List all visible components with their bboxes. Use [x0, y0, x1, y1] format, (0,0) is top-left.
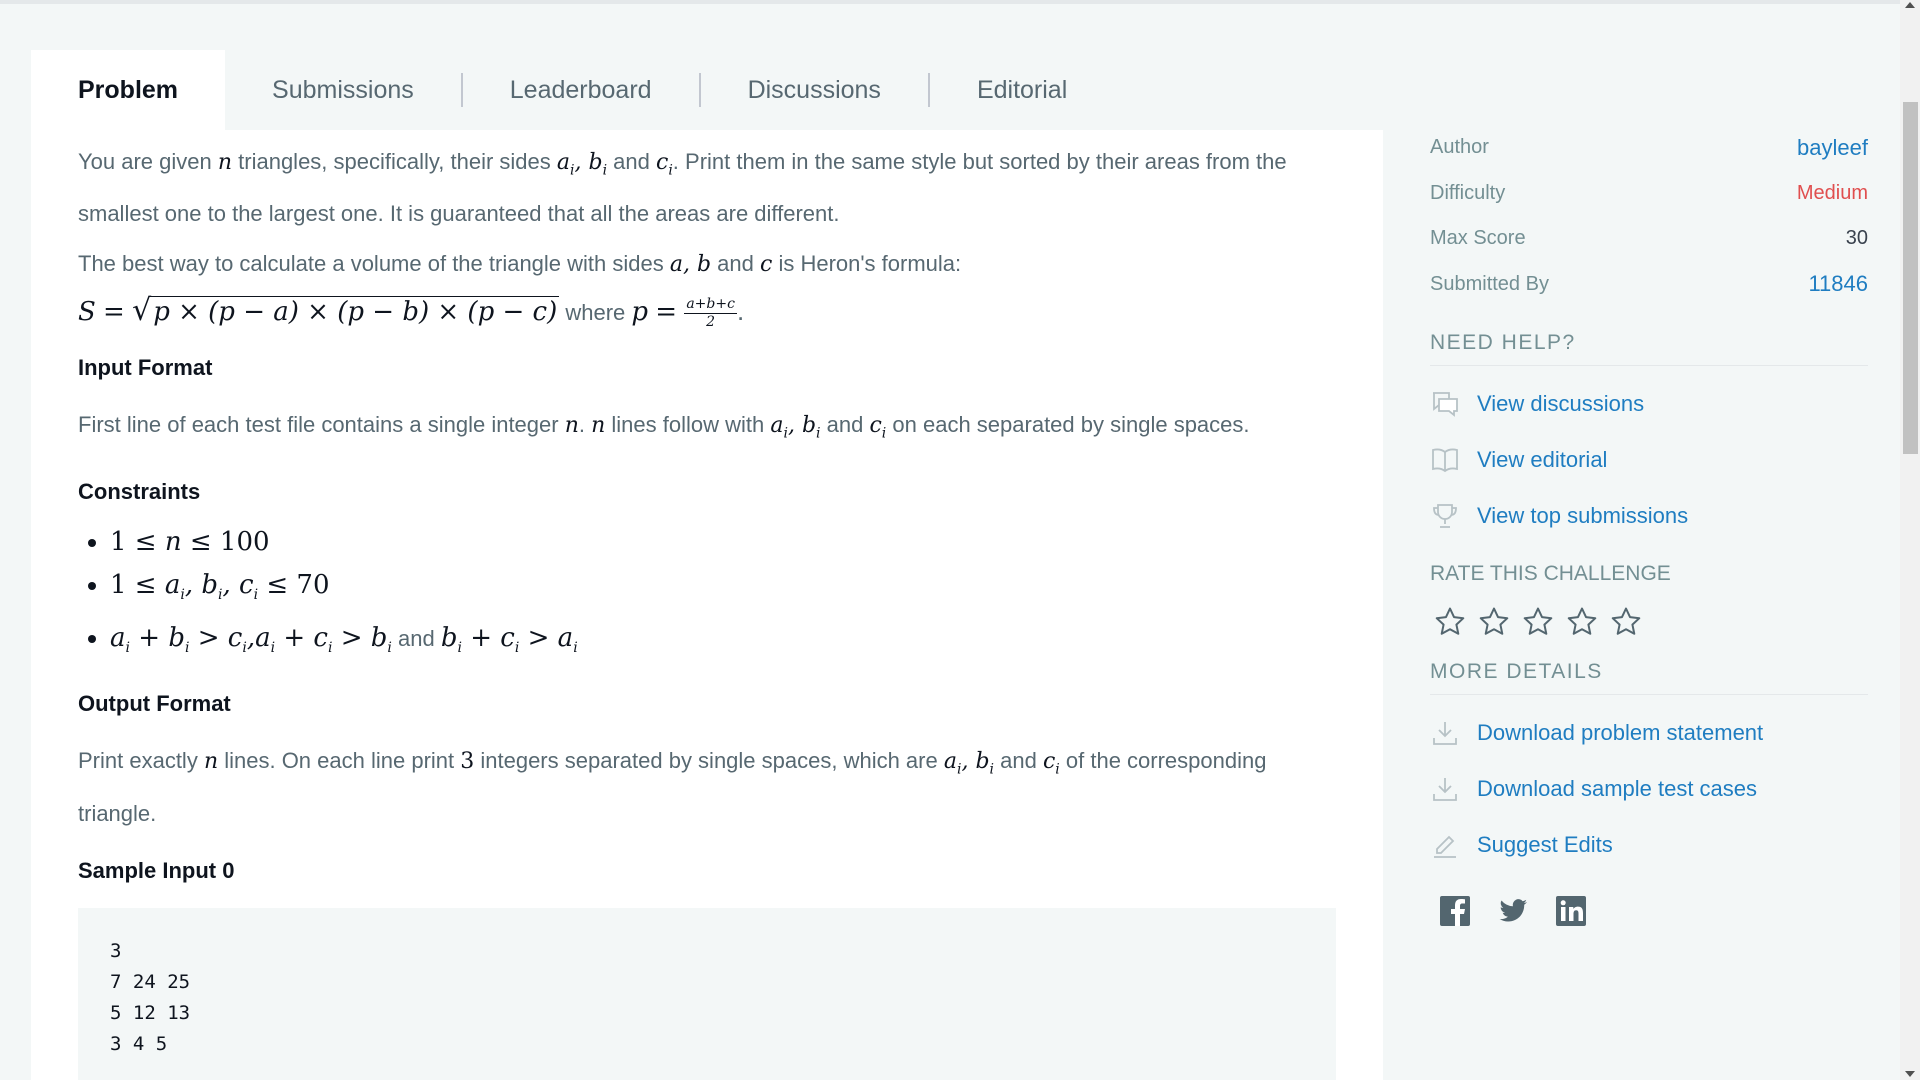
max-score-value: 30 — [1845, 227, 1868, 250]
text: and — [994, 748, 1043, 774]
view-discussions-link[interactable]: View discussions — [1430, 376, 1868, 432]
meta-label: Difficulty — [1430, 181, 1506, 204]
text: lines follow with — [605, 412, 771, 438]
text: and — [820, 412, 870, 438]
text: on each separated by single spaces. — [886, 412, 1250, 438]
challenge-sidebar: Author bayleef Difficulty Medium Max Sco… — [1430, 125, 1868, 927]
social-share — [1439, 895, 1868, 927]
constraint-item: 1 ≤ n ≤ 100 — [110, 521, 1338, 564]
star-icon[interactable] — [1522, 606, 1554, 638]
constraint-item: ai + bi > ci,ai + ci > bi and bi + ci > … — [110, 617, 1338, 670]
sample-input-code: 3 7 24 25 5 12 13 3 4 5 — [78, 908, 1336, 1080]
discussions-icon — [1430, 389, 1460, 419]
problem-statement: You are given n triangles, specifically,… — [78, 130, 1338, 892]
trophy-icon — [1430, 501, 1460, 531]
rate-challenge-title: RATE THIS CHALLENGE — [1430, 562, 1671, 585]
math-sides: ai, bi — [556, 150, 608, 179]
challenge-tabs: Problem Submissions Leaderboard Discussi… — [31, 50, 1114, 130]
book-icon — [1430, 445, 1460, 475]
scrollbar-thumb[interactable] — [1903, 102, 1918, 454]
pencil-icon — [1430, 830, 1460, 860]
text: lines. On each line print — [218, 748, 461, 774]
facebook-icon[interactable] — [1439, 895, 1471, 927]
submitted-by-link[interactable]: 11846 — [1808, 271, 1868, 297]
page-scrollbar[interactable] — [1900, 0, 1920, 1080]
meta-label: Submitted By — [1430, 272, 1549, 295]
tab-editorial[interactable]: Editorial — [930, 50, 1114, 130]
star-icon[interactable] — [1434, 606, 1466, 638]
top-border — [0, 0, 1900, 4]
constraint-item: 1 ≤ ai, bi, ci ≤ 70 — [110, 564, 1338, 617]
download-test-cases-link[interactable]: Download sample test cases — [1430, 761, 1868, 817]
meta-label: Author — [1430, 136, 1489, 159]
math-n: n — [217, 150, 233, 175]
need-help-title: NEED HELP? — [1430, 331, 1868, 366]
meta-max-score: Max Score 30 — [1430, 216, 1868, 262]
scroll-up-arrow-icon[interactable] — [1905, 2, 1915, 8]
input-format-text: First line of each test file contains a … — [78, 412, 1250, 442]
star-icon[interactable] — [1478, 606, 1510, 638]
link-label: Download sample test cases — [1477, 776, 1758, 801]
input-format-heading: Input Format — [78, 355, 213, 381]
tab-submissions[interactable]: Submissions — [225, 50, 461, 130]
link-label: View editorial — [1477, 447, 1608, 472]
meta-author: Author bayleef — [1430, 125, 1868, 171]
download-icon — [1430, 718, 1460, 748]
rating-stars — [1434, 606, 1868, 638]
text: The best way to calculate a volume of th… — [78, 251, 670, 277]
view-editorial-link[interactable]: View editorial — [1430, 432, 1868, 488]
link-label: Download problem statement — [1477, 720, 1764, 745]
output-format-heading: Output Format — [78, 691, 231, 717]
math-ab: a, b — [669, 252, 712, 278]
meta-label: Max Score — [1430, 227, 1526, 250]
text: and — [711, 251, 760, 277]
view-top-submissions-link[interactable]: View top submissions — [1430, 488, 1868, 544]
meta-difficulty: Difficulty Medium — [1430, 171, 1868, 217]
math-c: c — [760, 252, 773, 278]
text: Print exactly — [78, 748, 204, 774]
problem-panel: You are given n triangles, specifically,… — [31, 130, 1383, 1080]
text: integers separated by single spaces, whi… — [474, 748, 944, 774]
text: and — [391, 625, 441, 651]
download-statement-link[interactable]: Download problem statement — [1430, 705, 1868, 761]
tab-leaderboard[interactable]: Leaderboard — [463, 50, 699, 130]
text: where — [559, 300, 632, 326]
link-label: View top submissions — [1477, 503, 1689, 528]
linkedin-icon[interactable] — [1555, 895, 1587, 927]
text: and — [607, 149, 656, 174]
link-label: View discussions — [1477, 391, 1645, 416]
author-link[interactable]: bayleef — [1797, 135, 1868, 161]
heron-formula: S = √p × (p − a) × (p − b) × (p − c) whe… — [78, 293, 745, 331]
heron-paragraph: The best way to calculate a volume of th… — [78, 242, 1338, 286]
intro-paragraph: You are given n triangles, specifically,… — [78, 140, 1338, 235]
text: First line of each test file contains a … — [78, 412, 565, 438]
constraints-heading: Constraints — [78, 478, 201, 504]
constraints-list: 1 ≤ n ≤ 100 1 ≤ ai, bi, ci ≤ 70 ai + bi … — [78, 521, 1338, 670]
twitter-icon[interactable] — [1497, 895, 1529, 927]
text: You are given — [78, 149, 218, 174]
text: triangles, specifically, their sides — [232, 149, 557, 174]
download-icon — [1430, 774, 1460, 804]
star-icon[interactable] — [1610, 606, 1642, 638]
tab-problem[interactable]: Problem — [31, 50, 226, 130]
math-ci: ci — [655, 150, 673, 179]
scroll-down-arrow-icon[interactable] — [1905, 1071, 1915, 1077]
more-details-title: MORE DETAILS — [1430, 660, 1868, 695]
star-icon[interactable] — [1566, 606, 1598, 638]
output-format-text: Print exactly n lines. On each line prin… — [78, 748, 1267, 826]
meta-submitted-by: Submitted By 11846 — [1430, 262, 1868, 308]
difficulty-value: Medium — [1796, 181, 1868, 204]
text: is Heron's formula: — [772, 251, 962, 277]
suggest-edits-link[interactable]: Suggest Edits — [1430, 817, 1868, 873]
tab-discussions[interactable]: Discussions — [701, 50, 928, 130]
link-label: Suggest Edits — [1477, 832, 1613, 857]
sample-input-heading: Sample Input 0 — [78, 857, 235, 883]
